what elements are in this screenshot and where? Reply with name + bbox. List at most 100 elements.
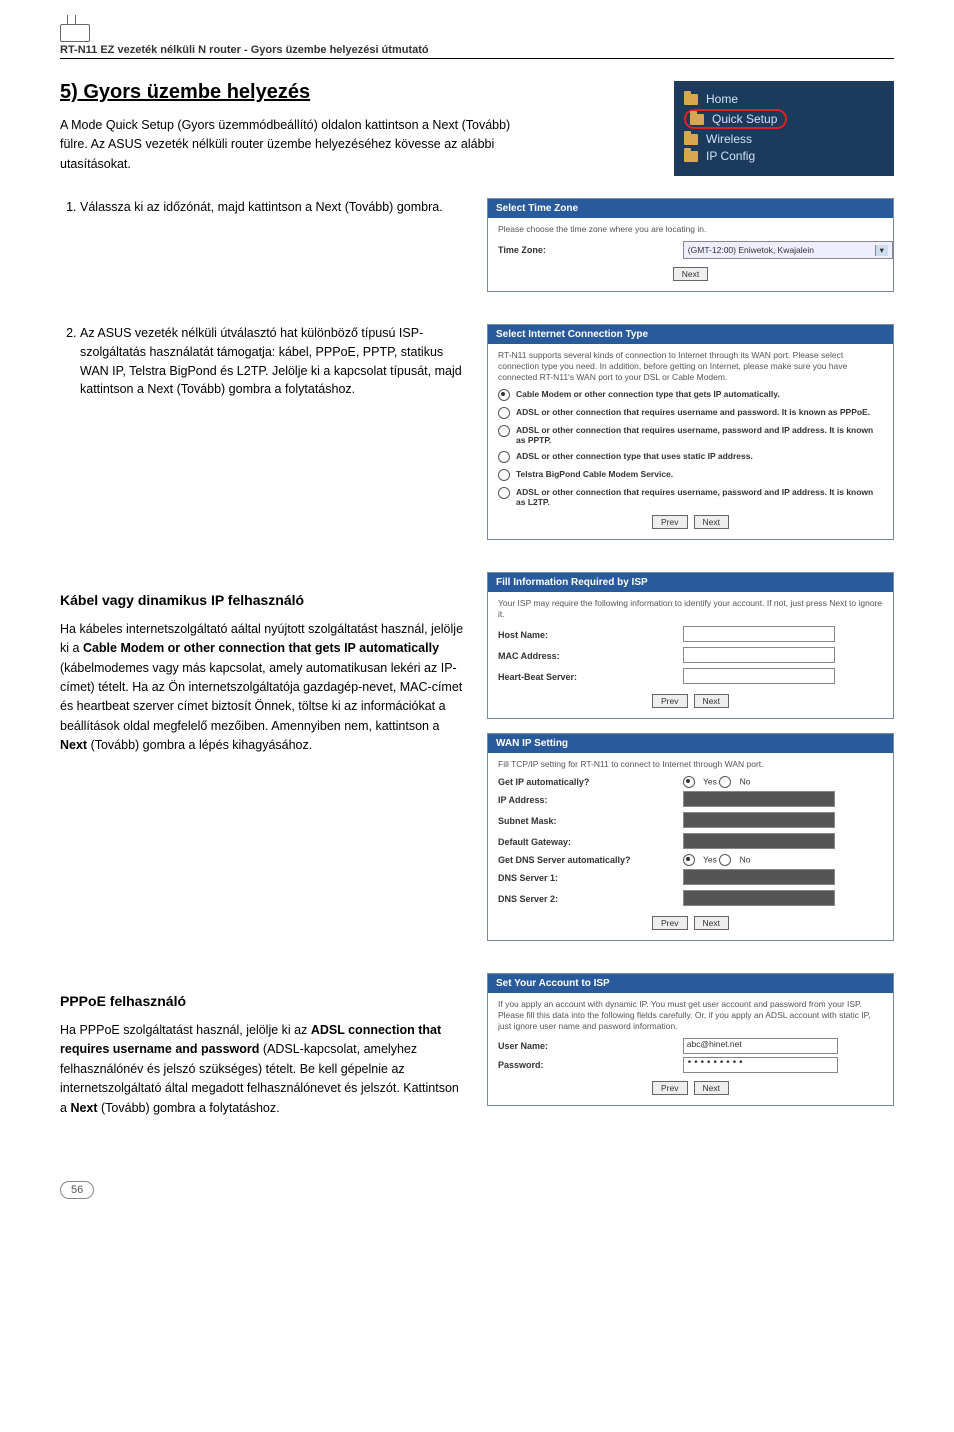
- time-zone-value: (GMT-12:00) Eniwetok, Kwajalein: [688, 245, 814, 255]
- conn-desc: RT-N11 supports several kinds of connect…: [498, 350, 883, 383]
- folder-icon: [684, 151, 698, 162]
- conn-opt-telstra[interactable]: Telstra BigPond Cable Modem Service.: [498, 469, 883, 481]
- pppoe-bold-2: Next: [70, 1101, 97, 1115]
- conn-opt-l2tp-label: ADSL or other connection that requires u…: [516, 487, 883, 507]
- prev-button[interactable]: Prev: [652, 916, 687, 930]
- no-label: No: [740, 777, 751, 787]
- steps-list: Válassza ki az időzónát, majd kattintson…: [60, 198, 467, 217]
- yes-label: Yes: [703, 855, 717, 865]
- ip-label: IP Address:: [498, 795, 683, 805]
- cable-bold-2: Next: [60, 738, 87, 752]
- conn-opt-pptp-label: ADSL or other connection that requires u…: [516, 425, 883, 445]
- host-name-input[interactable]: [683, 626, 835, 642]
- steps-list-2: Az ASUS vezeték nélküli útválasztó hat k…: [60, 324, 467, 399]
- conn-opt-pppoe[interactable]: ADSL or other connection that requires u…: [498, 407, 883, 419]
- conn-opt-pppoe-label: ADSL or other connection that requires u…: [516, 407, 870, 417]
- password-label: Password:: [498, 1060, 683, 1070]
- folder-icon: [684, 94, 698, 105]
- getip-yes[interactable]: [683, 776, 695, 788]
- dns1-label: DNS Server 1:: [498, 873, 683, 883]
- panel-account-header: Set Your Account to ISP: [488, 974, 893, 993]
- prev-button[interactable]: Prev: [652, 515, 687, 529]
- next-button[interactable]: Next: [694, 694, 729, 708]
- username-input[interactable]: abc@hinet.net: [683, 1038, 838, 1054]
- username-label: User Name:: [498, 1041, 683, 1051]
- prev-button[interactable]: Prev: [652, 1081, 687, 1095]
- panel-connection-type: Select Internet Connection Type RT-N11 s…: [487, 324, 894, 540]
- heartbeat-label: Heart-Beat Server:: [498, 672, 683, 682]
- prev-button[interactable]: Prev: [652, 694, 687, 708]
- radio-icon: [498, 451, 510, 463]
- no-label: No: [740, 855, 751, 865]
- step-2: Az ASUS vezeték nélküli útválasztó hat k…: [80, 324, 467, 399]
- wan-desc: Fill TCP/IP setting for RT-N11 to connec…: [498, 759, 883, 770]
- intro-text: A Mode Quick Setup (Gyors üzemmódbeállít…: [60, 116, 530, 174]
- time-zone-label: Time Zone:: [498, 245, 683, 255]
- getdns-no[interactable]: [719, 854, 731, 866]
- folder-icon: [684, 134, 698, 145]
- next-button[interactable]: Next: [694, 916, 729, 930]
- folder-icon: [690, 114, 704, 125]
- conn-opt-cable[interactable]: Cable Modem or other connection type tha…: [498, 389, 883, 401]
- account-desc: If you apply an account with dynamic IP.…: [498, 999, 883, 1032]
- radio-icon: [498, 425, 510, 437]
- panel-isp-header: Fill Information Required by ISP: [488, 573, 893, 592]
- nav-home[interactable]: Home: [684, 92, 884, 106]
- cable-bold-1: Cable Modem or other connection that get…: [83, 641, 439, 655]
- nav-quick-setup[interactable]: Quick Setup: [684, 109, 787, 129]
- panel-time-zone: Select Time Zone Please choose the time …: [487, 198, 894, 292]
- pppoe-title: PPPoE felhasználó: [60, 991, 467, 1013]
- pppoe-text-1: Ha PPPoE szolgáltatást használ, jelölje …: [60, 1023, 311, 1037]
- nav-wireless-label: Wireless: [706, 132, 752, 146]
- panel-time-header: Select Time Zone: [488, 199, 893, 218]
- radio-icon: [498, 407, 510, 419]
- heartbeat-input[interactable]: [683, 668, 835, 684]
- cable-text-3: (Tovább) gombra a lépés kihagyásához.: [87, 738, 312, 752]
- panel-conn-header: Select Internet Connection Type: [488, 325, 893, 344]
- getdns-yes[interactable]: [683, 854, 695, 866]
- time-zone-select[interactable]: (GMT-12:00) Eniwetok, Kwajalein ▾: [683, 241, 893, 259]
- yes-label: Yes: [703, 777, 717, 787]
- mac-label: MAC Address:: [498, 651, 683, 661]
- doc-header: RT-N11 EZ vezeték nélküli N router - Gyo…: [60, 44, 894, 59]
- panel-account: Set Your Account to ISP If you apply an …: [487, 973, 894, 1106]
- chevron-down-icon: ▾: [875, 245, 888, 256]
- nav-menu: Home Quick Setup Wireless IP Config: [674, 81, 894, 176]
- ip-input[interactable]: [683, 791, 835, 807]
- isp-desc: Your ISP may require the following infor…: [498, 598, 883, 620]
- getip-no[interactable]: [719, 776, 731, 788]
- panel-isp-info: Fill Information Required by ISP Your IS…: [487, 572, 894, 719]
- router-icon: [60, 24, 90, 42]
- conn-opt-pptp[interactable]: ADSL or other connection that requires u…: [498, 425, 883, 445]
- getip-label: Get IP automatically?: [498, 777, 683, 787]
- subnet-label: Subnet Mask:: [498, 816, 683, 826]
- conn-opt-static[interactable]: ADSL or other connection type that uses …: [498, 451, 883, 463]
- conn-opt-l2tp[interactable]: ADSL or other connection that requires u…: [498, 487, 883, 507]
- next-button[interactable]: Next: [694, 1081, 729, 1095]
- mac-input[interactable]: [683, 647, 835, 663]
- conn-opt-static-label: ADSL or other connection type that uses …: [516, 451, 753, 461]
- dns2-label: DNS Server 2:: [498, 894, 683, 904]
- next-button[interactable]: Next: [673, 267, 708, 281]
- nav-ip-label: IP Config: [706, 149, 755, 163]
- conn-opt-cable-label: Cable Modem or other connection type tha…: [516, 389, 780, 399]
- cable-title: Kábel vagy dinamikus IP felhasználó: [60, 590, 467, 612]
- radio-icon: [498, 389, 510, 401]
- nav-quick-label: Quick Setup: [712, 112, 777, 126]
- cable-text-2: (kábelmodemes vagy más kapcsolat, amely …: [60, 661, 462, 733]
- pppoe-text-3: (Tovább) gombra a folytatáshoz.: [98, 1101, 280, 1115]
- step-1: Válassza ki az időzónát, majd kattintson…: [80, 198, 467, 217]
- password-input[interactable]: •••••••••: [683, 1057, 838, 1073]
- nav-ip-config[interactable]: IP Config: [684, 149, 884, 163]
- radio-icon: [498, 469, 510, 481]
- dns2-input[interactable]: [683, 890, 835, 906]
- conn-opt-telstra-label: Telstra BigPond Cable Modem Service.: [516, 469, 673, 479]
- subnet-input[interactable]: [683, 812, 835, 828]
- nav-home-label: Home: [706, 92, 738, 106]
- step-1-text: Válassza ki az időzónát, majd kattintson…: [80, 200, 443, 214]
- gateway-input[interactable]: [683, 833, 835, 849]
- next-button[interactable]: Next: [694, 515, 729, 529]
- time-desc: Please choose the time zone where you ar…: [498, 224, 883, 235]
- nav-wireless[interactable]: Wireless: [684, 132, 884, 146]
- dns1-input[interactable]: [683, 869, 835, 885]
